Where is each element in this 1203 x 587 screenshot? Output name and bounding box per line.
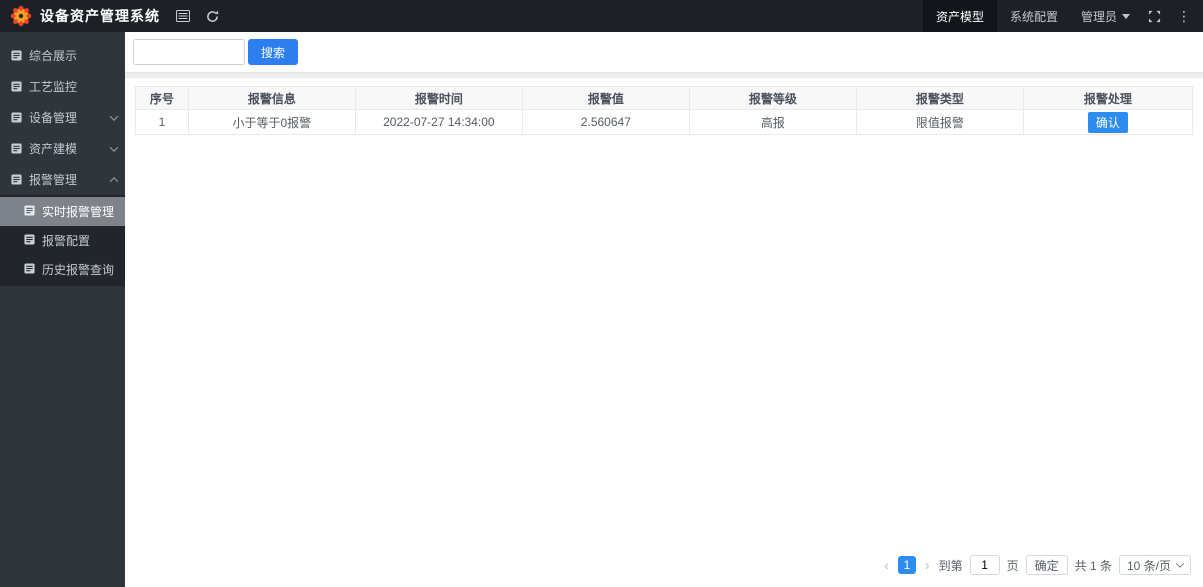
alarm-table-card: 序号 报警信息 报警时间 报警值 报警等级 报警类型 报警处理 1 小于等于0报… (125, 78, 1203, 587)
sidebar-item-overview[interactable]: 综合展示 (0, 40, 125, 71)
goto-confirm-button[interactable]: 确定 (1025, 555, 1068, 575)
sidebar-subitem-label: 历史报警查询 (42, 263, 115, 277)
more-options-icon[interactable]: ⋮ (1169, 8, 1203, 25)
cell-alarm-level: 高报 (688, 109, 857, 135)
sidebar-subitem-label: 实时报警管理 (42, 205, 115, 219)
search-bar: 搜索 (125, 32, 1203, 73)
cell-alarm-type: 限值报警 (855, 109, 1024, 135)
cell-alarm-action: 确认 (1022, 109, 1194, 135)
col-header-time: 报警时间 (354, 86, 523, 110)
navbar-right: 资产模型 系统配置 管理员 ⋮ (922, 0, 1203, 32)
sidebar-item-label: 设备管理 (29, 111, 78, 125)
collapse-menu-icon[interactable] (176, 10, 190, 22)
chevron-down-icon (109, 111, 119, 121)
nav-tab-system-config[interactable]: 系统配置 (997, 0, 1071, 32)
col-header-action: 报警处理 (1022, 86, 1194, 110)
pagination: ‹ 1 › 到第 页 确定 共 1 条 10 条/页 (135, 549, 1193, 579)
col-header-level: 报警等级 (688, 86, 857, 110)
fullscreen-icon[interactable] (1140, 10, 1169, 23)
table-header-row: 序号 报警信息 报警时间 报警值 报警等级 报警类型 报警处理 (135, 86, 1194, 110)
confirm-alarm-button[interactable]: 确认 (1087, 111, 1128, 133)
main-content: 搜索 序号 报警信息 报警时间 报警值 报警等级 报警类型 报警处理 1 小于等… (125, 32, 1203, 587)
alarm-submenu: 实时报警管理 报警配置 历史报警查询 (0, 195, 125, 286)
sidebar-item-asset-modeling[interactable]: 资产建模 (0, 133, 125, 164)
cell-alarm-time: 2022-07-27 14:34:00 (354, 109, 523, 135)
goto-page-input[interactable] (969, 555, 1000, 575)
user-menu[interactable]: 管理员 (1071, 8, 1140, 25)
page-size-label: 10 条/页 (1126, 558, 1171, 573)
sidebar-item-alarm-mgmt[interactable]: 报警管理 (0, 164, 125, 195)
document-icon (24, 262, 35, 277)
sidebar-item-label: 报警管理 (29, 173, 78, 187)
document-icon (24, 204, 35, 219)
sidebar-subitem-alarm-history[interactable]: 历史报警查询 (0, 255, 125, 284)
table-row: 1 小于等于0报警 2022-07-27 14:34:00 2.560647 高… (135, 109, 1194, 135)
chevron-down-icon (1122, 13, 1130, 19)
sidebar-item-process-monitor[interactable]: 工艺监控 (0, 71, 125, 102)
sidebar-item-device-mgmt[interactable]: 设备管理 (0, 102, 125, 133)
document-icon (11, 143, 22, 154)
user-name-label: 管理员 (1080, 9, 1117, 24)
col-header-info: 报警信息 (187, 86, 356, 110)
cell-index: 1 (135, 109, 189, 135)
total-count-label: 共 1 条 (1074, 558, 1112, 573)
sidebar-subitem-label: 报警配置 (42, 234, 91, 248)
col-header-index: 序号 (135, 86, 189, 110)
app-title: 设备资产管理系统 (40, 8, 160, 24)
goto-page-label: 到第 (938, 558, 963, 573)
next-page-icon[interactable]: › (923, 556, 932, 574)
chevron-up-icon (109, 176, 119, 186)
col-header-type: 报警类型 (855, 86, 1024, 110)
chevron-down-icon (1175, 559, 1185, 568)
prev-page-icon[interactable]: ‹ (882, 556, 891, 574)
sidebar-item-label: 资产建模 (29, 142, 78, 156)
document-icon (11, 112, 22, 123)
alarm-table: 序号 报警信息 报警时间 报警值 报警等级 报警类型 报警处理 1 小于等于0报… (135, 86, 1194, 135)
document-icon (11, 174, 22, 185)
search-button[interactable]: 搜索 (248, 39, 299, 65)
sidebar-item-label: 工艺监控 (29, 80, 78, 94)
search-input[interactable] (133, 39, 245, 65)
page-size-select[interactable]: 10 条/页 (1118, 555, 1191, 575)
document-icon (11, 81, 22, 92)
document-icon (11, 50, 22, 61)
brand-logo-icon (10, 5, 32, 27)
sidebar: 综合展示 工艺监控 设备管理 资产建模 报警管理 实时报警管理 报警配置 历史报… (0, 32, 125, 587)
chevron-down-icon (109, 142, 119, 152)
sidebar-subitem-realtime-alarm[interactable]: 实时报警管理 (0, 197, 125, 226)
document-icon (24, 233, 35, 248)
top-navbar: 设备资产管理系统 资产模型 系统配置 管理员 ⋮ (0, 0, 1203, 32)
page-number-button[interactable]: 1 (897, 556, 916, 574)
cell-alarm-info: 小于等于0报警 (187, 109, 356, 135)
page-unit-label: 页 (1006, 558, 1019, 573)
nav-tab-asset-model[interactable]: 资产模型 (922, 0, 997, 32)
sidebar-subitem-alarm-config[interactable]: 报警配置 (0, 226, 125, 255)
col-header-value: 报警值 (521, 86, 690, 110)
sidebar-item-label: 综合展示 (29, 49, 78, 63)
cell-alarm-value: 2.560647 (521, 109, 690, 135)
refresh-icon[interactable] (206, 10, 219, 23)
